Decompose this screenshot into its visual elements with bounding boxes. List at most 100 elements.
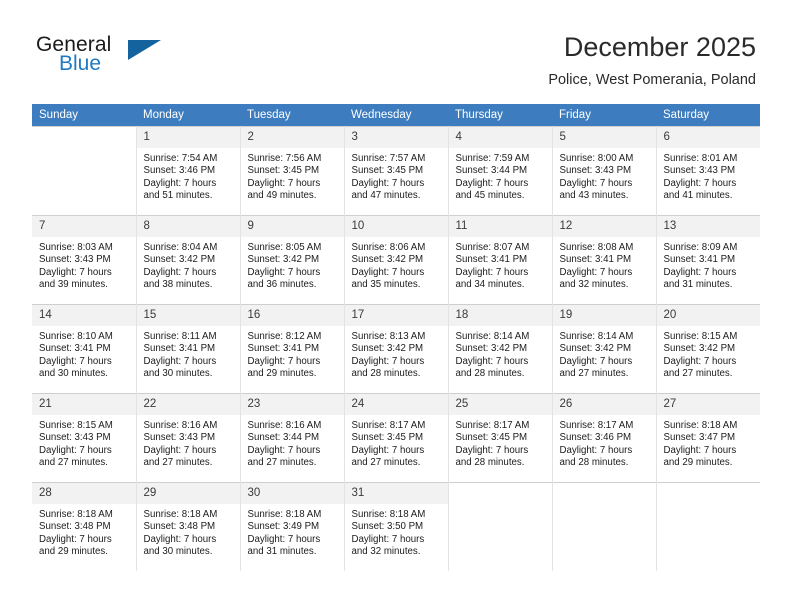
- calendar-day-cell[interactable]: 13 Sunrise: 8:09 AM Sunset: 3:41 PM Dayligh…: [656, 215, 760, 305]
- weekday-header-monday: Monday: [136, 104, 240, 127]
- sunrise-text: Sunrise: 8:01 AM: [663, 153, 738, 164]
- day-cell-inner: 15 Sunrise: 8:11 AM Sunset: 3:41 PM Dayligh…: [136, 305, 240, 393]
- sunset-text: Sunset: 3:41 PM: [247, 343, 320, 355]
- day-number: 22: [136, 394, 240, 415]
- day-number: 26: [552, 394, 656, 415]
- day-number: 30: [240, 483, 344, 504]
- sunset-text: Sunset: 3:46 PM: [559, 432, 632, 444]
- weekday-header-saturday: Saturday: [656, 104, 760, 127]
- sunrise-text: Sunrise: 8:06 AM: [351, 242, 426, 253]
- calendar-day-cell[interactable]: 8 Sunrise: 8:04 AM Sunset: 3:42 PM Daylight…: [136, 215, 241, 305]
- day-cell-inner: [32, 127, 136, 215]
- day-number: 4: [448, 127, 552, 148]
- daylight-text-line2: and 28 minutes.: [455, 368, 525, 380]
- day-cell-inner: 14 Sunrise: 8:10 AM Sunset: 3:41 PM Dayligh…: [32, 305, 136, 393]
- calendar-day-cell[interactable]: 28 Sunrise: 8:18 AM Sunset: 3:48 PM Dayligh…: [32, 482, 137, 571]
- sunset-text: Sunset: 3:42 PM: [663, 343, 736, 355]
- calendar-day-cell[interactable]: 21 Sunrise: 8:15 AM Sunset: 3:43 PM Dayligh…: [32, 393, 137, 483]
- sunrise-text: Sunrise: 8:18 AM: [663, 420, 738, 431]
- calendar-day-cell[interactable]: 24 Sunrise: 8:17 AM Sunset: 3:45 PM Dayligh…: [344, 393, 449, 483]
- day-sun-info: Sunrise: 8:15 AM Sunset: 3:42 PM Daylight:…: [657, 326, 761, 381]
- day-sun-info: Sunrise: 8:06 AM Sunset: 3:42 PM Daylight:…: [345, 237, 448, 292]
- daylight-text-line2: and 41 minutes.: [663, 190, 733, 202]
- day-cell-inner: 28 Sunrise: 8:18 AM Sunset: 3:48 PM Dayligh…: [32, 483, 136, 571]
- calendar-week-row: 7 Sunrise: 8:03 AM Sunset: 3:43 PM Daylight…: [32, 215, 760, 305]
- day-number: 23: [240, 394, 344, 415]
- calendar-day-cell[interactable]: 15 Sunrise: 8:11 AM Sunset: 3:41 PM Dayligh…: [136, 304, 241, 394]
- day-number: 19: [552, 305, 656, 326]
- day-number: 16: [240, 305, 344, 326]
- day-sun-info: Sunrise: 7:57 AM Sunset: 3:45 PM Daylight:…: [345, 148, 448, 203]
- day-sun-info: Sunrise: 8:01 AM Sunset: 3:43 PM Daylight:…: [657, 148, 761, 203]
- calendar-day-cell[interactable]: 29 Sunrise: 8:18 AM Sunset: 3:48 PM Dayligh…: [136, 482, 241, 571]
- title-block: December 2025 Police, West Pomerania, Po…: [548, 30, 756, 90]
- calendar-day-cell[interactable]: 11 Sunrise: 8:07 AM Sunset: 3:41 PM Dayligh…: [448, 215, 553, 305]
- calendar-week-row: 14 Sunrise: 8:10 AM Sunset: 3:41 PM Dayligh…: [32, 304, 761, 394]
- day-cell-inner: [448, 483, 552, 571]
- daylight-text-line1: Daylight: 7 hours: [455, 355, 529, 367]
- daylight-text-line1: Daylight: 7 hours: [559, 266, 633, 278]
- day-number: 5: [552, 127, 656, 148]
- sunset-text: Sunset: 3:46 PM: [143, 165, 216, 177]
- day-cell-inner: 9 Sunrise: 8:05 AM Sunset: 3:42 PM Daylight…: [240, 216, 344, 304]
- daylight-text-line2: and 27 minutes.: [559, 368, 629, 380]
- calendar-day-cell[interactable]: 4 Sunrise: 7:59 AM Sunset: 3:44 PM Daylight…: [448, 126, 553, 216]
- calendar-day-cell[interactable]: 2 Sunrise: 7:56 AM Sunset: 3:45 PM Daylight…: [240, 126, 345, 216]
- calendar-day-cell[interactable]: 26 Sunrise: 8:17 AM Sunset: 3:46 PM Dayligh…: [552, 393, 657, 483]
- calendar-day-cell[interactable]: 3 Sunrise: 7:57 AM Sunset: 3:45 PM Daylight…: [344, 126, 449, 216]
- day-number: [552, 483, 656, 504]
- day-cell-inner: 4 Sunrise: 7:59 AM Sunset: 3:44 PM Daylight…: [448, 127, 552, 215]
- calendar-day-cell[interactable]: 17 Sunrise: 8:13 AM Sunset: 3:42 PM Dayligh…: [344, 304, 449, 394]
- calendar-day-cell[interactable]: 31 Sunrise: 8:18 AM Sunset: 3:50 PM Dayligh…: [344, 482, 449, 571]
- daylight-text-line1: Daylight: 7 hours: [39, 533, 112, 545]
- day-cell-inner: 12 Sunrise: 8:08 AM Sunset: 3:41 PM Dayligh…: [552, 216, 656, 304]
- sunset-text: Sunset: 3:41 PM: [455, 254, 528, 266]
- sunrise-text: Sunrise: 8:00 AM: [559, 153, 634, 164]
- sunset-text: Sunset: 3:42 PM: [455, 343, 528, 355]
- sunrise-text: Sunrise: 7:57 AM: [351, 153, 426, 164]
- sunrise-text: Sunrise: 8:13 AM: [351, 331, 426, 342]
- day-sun-info: Sunrise: 8:08 AM Sunset: 3:41 PM Daylight:…: [553, 237, 656, 292]
- calendar-day-cell[interactable]: 20 Sunrise: 8:15 AM Sunset: 3:42 PM Dayligh…: [656, 304, 761, 394]
- calendar-day-cell[interactable]: 5 Sunrise: 8:00 AM Sunset: 3:43 PM Daylight…: [552, 126, 657, 216]
- daylight-text-line1: Daylight: 7 hours: [455, 444, 529, 456]
- day-number: 7: [32, 216, 136, 237]
- sunset-text: Sunset: 3:45 PM: [247, 165, 320, 177]
- calendar-day-cell[interactable]: 27 Sunrise: 8:18 AM Sunset: 3:47 PM Dayligh…: [656, 393, 760, 483]
- calendar-day-cell[interactable]: 6 Sunrise: 8:01 AM Sunset: 3:43 PM Daylight…: [656, 126, 761, 216]
- day-number: 13: [656, 216, 760, 237]
- calendar-day-cell[interactable]: 1 Sunrise: 7:54 AM Sunset: 3:46 PM Daylight…: [136, 126, 241, 216]
- sunrise-text: Sunrise: 7:54 AM: [143, 153, 218, 164]
- sunrise-text: Sunrise: 8:15 AM: [39, 420, 113, 431]
- day-number: 18: [448, 305, 552, 326]
- calendar-day-cell[interactable]: 19 Sunrise: 8:14 AM Sunset: 3:42 PM Dayligh…: [552, 304, 657, 394]
- sunset-text: Sunset: 3:41 PM: [39, 343, 111, 355]
- daylight-text-line1: Daylight: 7 hours: [351, 444, 425, 456]
- calendar-day-cell[interactable]: 7 Sunrise: 8:03 AM Sunset: 3:43 PM Daylight…: [32, 215, 137, 305]
- day-sun-info: Sunrise: 8:00 AM Sunset: 3:43 PM Daylight:…: [553, 148, 656, 203]
- calendar-day-cell[interactable]: 18 Sunrise: 8:14 AM Sunset: 3:42 PM Dayligh…: [448, 304, 553, 394]
- calendar-day-cell[interactable]: 9 Sunrise: 8:05 AM Sunset: 3:42 PM Daylight…: [240, 215, 345, 305]
- daylight-text-line1: Daylight: 7 hours: [143, 266, 217, 278]
- calendar-day-cell[interactable]: 30 Sunrise: 8:18 AM Sunset: 3:49 PM Dayligh…: [240, 482, 345, 571]
- calendar-day-cell[interactable]: 16 Sunrise: 8:12 AM Sunset: 3:41 PM Dayligh…: [240, 304, 345, 394]
- daylight-text-line1: Daylight: 7 hours: [39, 444, 112, 456]
- calendar-day-cell[interactable]: 25 Sunrise: 8:17 AM Sunset: 3:45 PM Dayligh…: [448, 393, 553, 483]
- day-sun-info: Sunrise: 8:11 AM Sunset: 3:41 PM Daylight:…: [137, 326, 240, 381]
- calendar-day-cell[interactable]: 10 Sunrise: 8:06 AM Sunset: 3:42 PM Dayligh…: [344, 215, 449, 305]
- calendar-day-cell[interactable]: 23 Sunrise: 8:16 AM Sunset: 3:44 PM Dayligh…: [240, 393, 345, 483]
- calendar-day-cell[interactable]: 22 Sunrise: 8:16 AM Sunset: 3:43 PM Dayligh…: [136, 393, 241, 483]
- weekday-header-wednesday: Wednesday: [344, 104, 448, 127]
- calendar-day-cell[interactable]: 12 Sunrise: 8:08 AM Sunset: 3:41 PM Dayligh…: [552, 215, 657, 305]
- day-cell-inner: 25 Sunrise: 8:17 AM Sunset: 3:45 PM Dayligh…: [448, 394, 552, 482]
- daylight-text-line1: Daylight: 7 hours: [351, 533, 425, 545]
- daylight-text-line1: Daylight: 7 hours: [455, 177, 529, 189]
- daylight-text-line2: and 27 minutes.: [39, 457, 108, 469]
- general-blue-logo[interactable]: General Blue: [36, 33, 206, 85]
- sunrise-text: Sunrise: 8:18 AM: [351, 509, 426, 520]
- sunrise-text: Sunrise: 8:08 AM: [559, 242, 634, 253]
- day-number: 21: [32, 394, 136, 415]
- daylight-text-line2: and 27 minutes.: [663, 368, 733, 380]
- daylight-text-line2: and 43 minutes.: [559, 190, 629, 202]
- calendar-day-cell[interactable]: 14 Sunrise: 8:10 AM Sunset: 3:41 PM Dayligh…: [32, 304, 137, 394]
